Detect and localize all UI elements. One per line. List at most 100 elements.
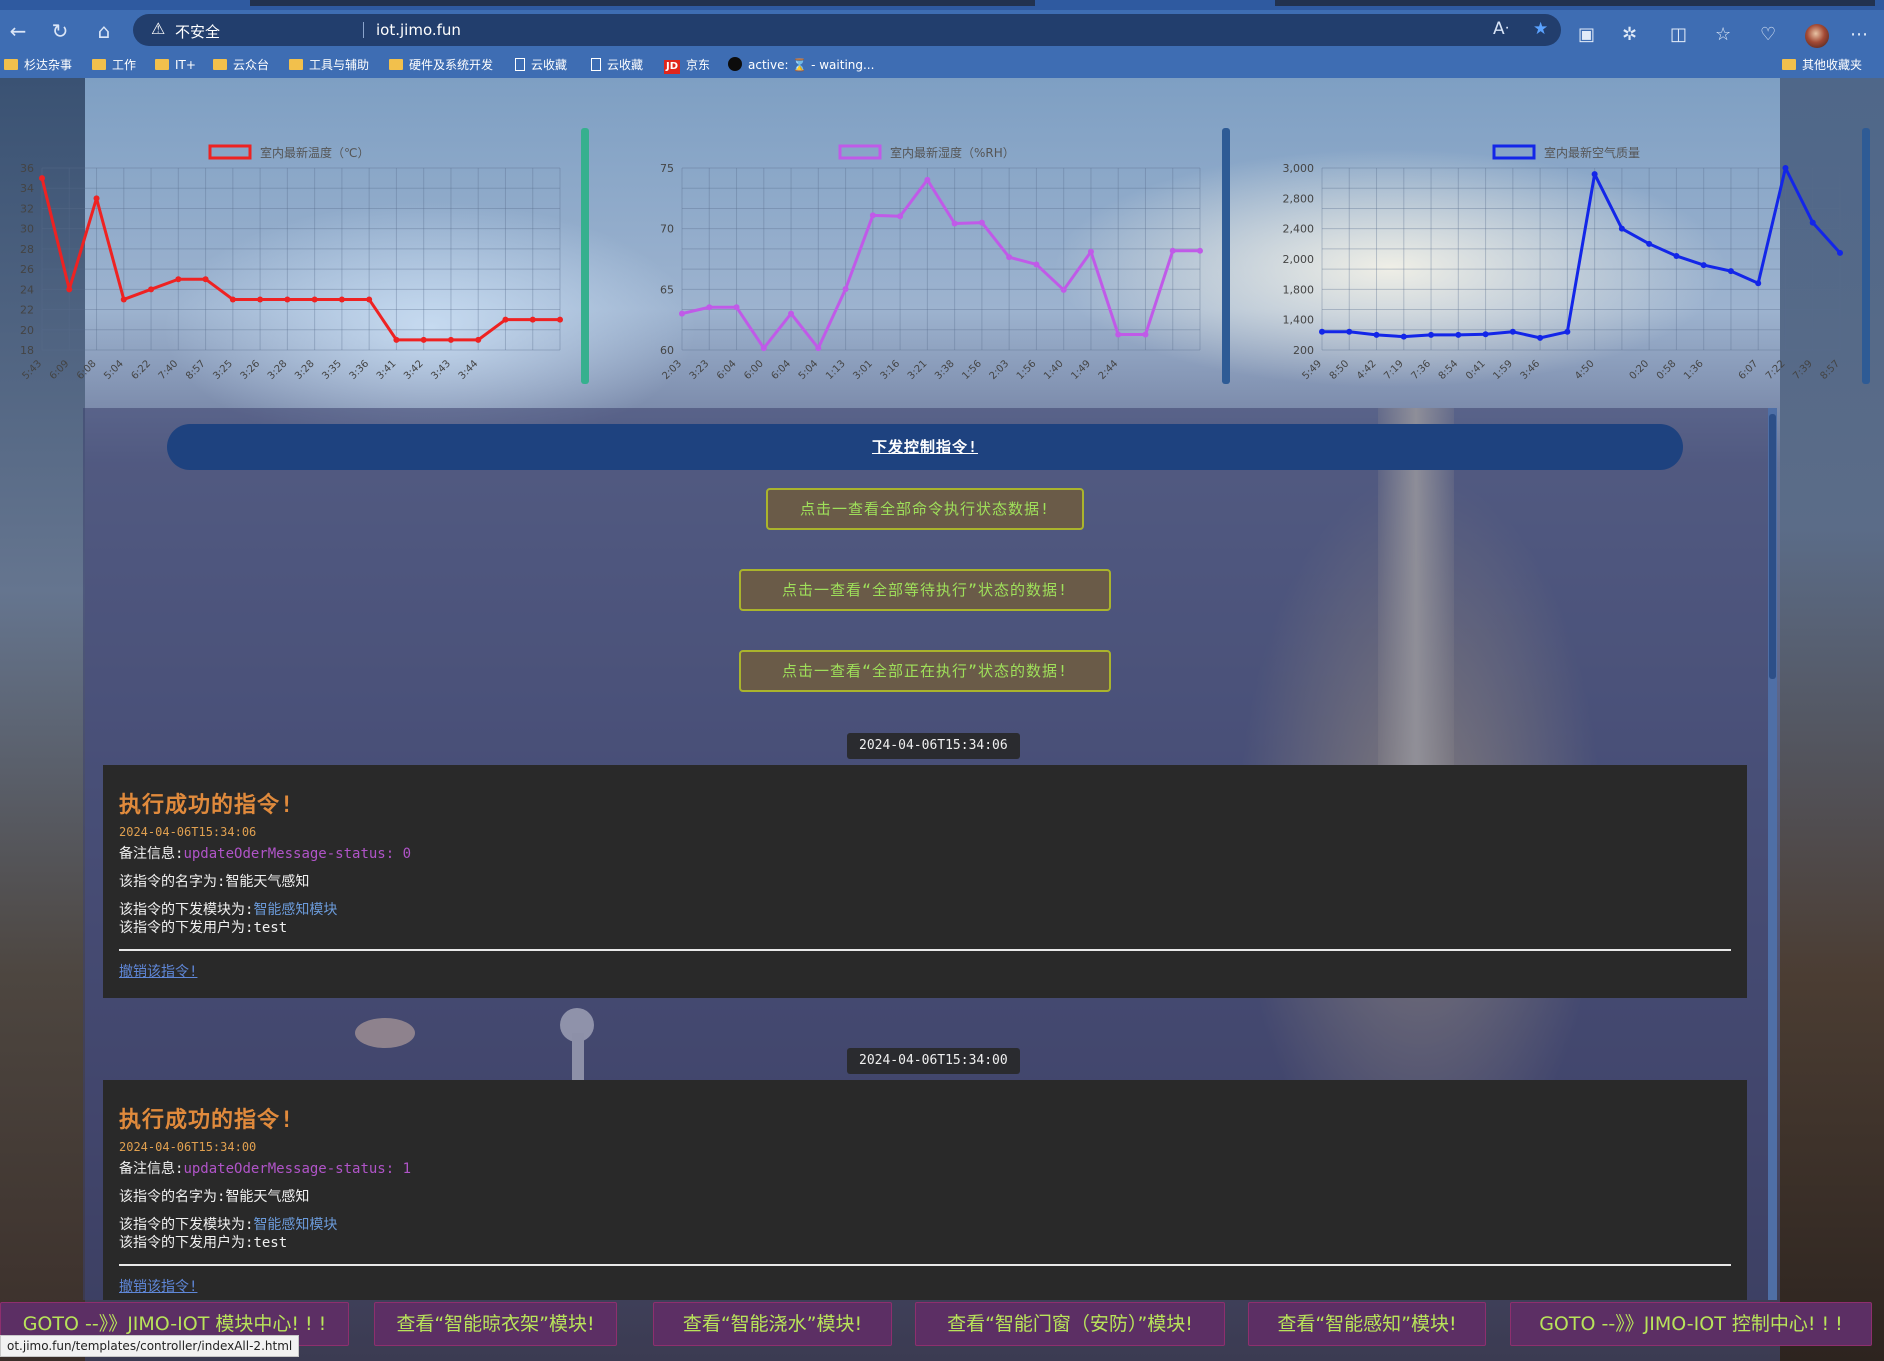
bookmark-item[interactable]: JD 京东 (664, 56, 710, 74)
download-icon (728, 57, 742, 71)
x-tick-label: 3:28 (266, 358, 290, 382)
y-tick-label: 60 (660, 344, 674, 357)
other-bookmarks[interactable]: 其他收藏夹 (1782, 56, 1862, 74)
x-tick-label: 1:59 (1491, 358, 1515, 382)
y-tick-label: 36 (20, 162, 34, 175)
view-all-status-button[interactable]: 点击一查看全部命令执行状态数据! (766, 488, 1084, 530)
security-label[interactable]: 不安全 (175, 21, 220, 42)
legend-label: 室内最新温度（℃） (260, 145, 369, 160)
y-tick-label: 22 (20, 304, 34, 317)
warning-icon[interactable]: ⚠ (151, 19, 165, 38)
read-aloud-icon[interactable]: Aᐧ (1493, 19, 1509, 39)
bookmark-item[interactable]: 杉达杂事 (4, 56, 72, 74)
x-tick-label: 8:57 (1818, 358, 1842, 382)
record-card: 执行成功的指令! 2024-04-06T15:34:06 备注信息:update… (103, 765, 1747, 998)
data-point (148, 286, 155, 293)
data-point (1727, 268, 1734, 275)
record-module: 该指令的下发模块为:智能感知模块 (119, 902, 338, 918)
data-point (733, 304, 740, 311)
x-tick-label: 8:57 (184, 358, 208, 382)
x-tick-label: 5:43 (20, 358, 44, 382)
profile-avatar[interactable] (1805, 24, 1829, 48)
x-tick-label: 1:40 (1042, 358, 1066, 382)
x-tick-label: 3:44 (457, 358, 481, 382)
browser-tab-active[interactable] (250, 0, 1035, 6)
data-point (39, 175, 45, 182)
x-tick-label: 6:00 (742, 358, 766, 382)
record-title: 执行成功的指令! (119, 1108, 295, 1133)
more-menu-icon[interactable]: ⋯ (1850, 24, 1868, 45)
data-point (760, 345, 767, 352)
address-divider (363, 22, 364, 38)
favorites-icon[interactable]: ☆ (1715, 24, 1731, 45)
data-point (175, 276, 182, 283)
home-icon[interactable]: ⌂ (90, 17, 118, 45)
door-window-module-button[interactable]: 查看“智能门窗（安防）”模块! (915, 1302, 1225, 1346)
data-point (502, 316, 509, 323)
bookmark-item[interactable]: 工具与辅助 (289, 56, 369, 74)
x-tick-label: 3:01 (851, 358, 875, 382)
send-command-button[interactable]: 下发控制指令! (167, 424, 1683, 470)
extension-icon[interactable]: ▣ (1578, 24, 1595, 45)
folder-icon (213, 59, 227, 70)
x-tick-label: 0:41 (1464, 358, 1488, 382)
browser-tab[interactable] (1275, 0, 1875, 6)
bookmark-item[interactable]: 云收藏 (515, 56, 567, 74)
x-tick-label: 3:42 (402, 358, 426, 382)
browser-essentials-icon[interactable]: ♡ (1760, 24, 1776, 45)
y-tick-label: 75 (660, 162, 674, 175)
data-point (1755, 280, 1762, 287)
bookmark-item[interactable]: 云众台 (213, 56, 269, 74)
x-tick-label: 0:20 (1628, 358, 1652, 382)
data-point (1373, 331, 1380, 338)
back-icon[interactable]: ← (4, 17, 32, 45)
data-point (1033, 261, 1040, 268)
data-point (557, 316, 563, 323)
chart-scrollbar[interactable] (581, 128, 589, 384)
y-tick-label: 1,800 (1283, 283, 1315, 296)
view-waiting-status-button[interactable]: 点击一查看“全部等待执行”状态的数据! (739, 569, 1111, 611)
data-point (679, 310, 685, 317)
x-tick-label: 8:50 (1328, 358, 1352, 382)
folder-icon (92, 59, 106, 70)
chart-scrollbar[interactable] (1222, 128, 1230, 384)
chart-scrollbar[interactable] (1862, 128, 1870, 384)
goto-control-center-button[interactable]: GOTO --》》JIMO-IOT 控制中心! ! ! (1510, 1302, 1872, 1346)
watering-module-button[interactable]: 查看“智能浇水”模块! (653, 1302, 892, 1346)
sensing-module-button[interactable]: 查看“智能感知”模块! (1248, 1302, 1486, 1346)
x-tick-label: 3:28 (293, 358, 317, 382)
data-point (1087, 248, 1094, 255)
x-tick-label: 2:44 (1097, 358, 1121, 382)
data-point (1428, 331, 1435, 338)
x-tick-label: 7:36 (1410, 358, 1434, 382)
data-point (1142, 331, 1149, 338)
browser-toolbar: ← ↻ ⌂ ⚠ 不安全 iot.jimo.fun Aᐧ ★ ▣ ✲ ◫ ☆ ♡ … (0, 10, 1884, 52)
revoke-command-link[interactable]: 撤销该指令! (119, 961, 1731, 981)
x-tick-label: 6:04 (770, 358, 794, 382)
data-point (706, 304, 713, 311)
x-tick-label: 5:04 (797, 358, 821, 382)
address-bar[interactable]: ⚠ 不安全 iot.jimo.fun Aᐧ ★ (133, 14, 1561, 46)
x-tick-label: 1:49 (1069, 358, 1093, 382)
panel-scrollbar-thumb[interactable] (1769, 414, 1776, 679)
y-tick-label: 2,800 (1283, 192, 1315, 205)
record-divider (119, 949, 1731, 951)
revoke-command-link[interactable]: 撤销该指令! (119, 1276, 1731, 1296)
bookmark-item[interactable]: 工作 (92, 56, 136, 74)
view-running-status-button[interactable]: 点击一查看“全部正在执行”状态的数据! (739, 650, 1111, 692)
panel-scrollbar[interactable] (1768, 408, 1777, 1300)
data-point (1319, 328, 1325, 335)
clothes-rack-module-button[interactable]: 查看“智能晾衣架”模块! (374, 1302, 617, 1346)
favorite-star-icon[interactable]: ★ (1533, 19, 1548, 39)
bookmark-item[interactable]: active: ⌛ - waiting... (728, 56, 874, 74)
reload-icon[interactable]: ↻ (46, 17, 74, 45)
url-text[interactable]: iot.jimo.fun (376, 21, 461, 39)
x-tick-label: 3:46 (1519, 358, 1543, 382)
bookmark-item[interactable]: 云收藏 (591, 56, 643, 74)
puzzle-icon[interactable]: ✲ (1622, 24, 1637, 45)
bookmark-item[interactable]: IT+ (155, 56, 196, 74)
split-screen-icon[interactable]: ◫ (1670, 24, 1687, 45)
data-point (1646, 240, 1653, 247)
record-timestamp-badge: 2024-04-06T15:34:00 (847, 1048, 1020, 1074)
bookmark-item[interactable]: 硬件及系统开发 (389, 56, 493, 74)
